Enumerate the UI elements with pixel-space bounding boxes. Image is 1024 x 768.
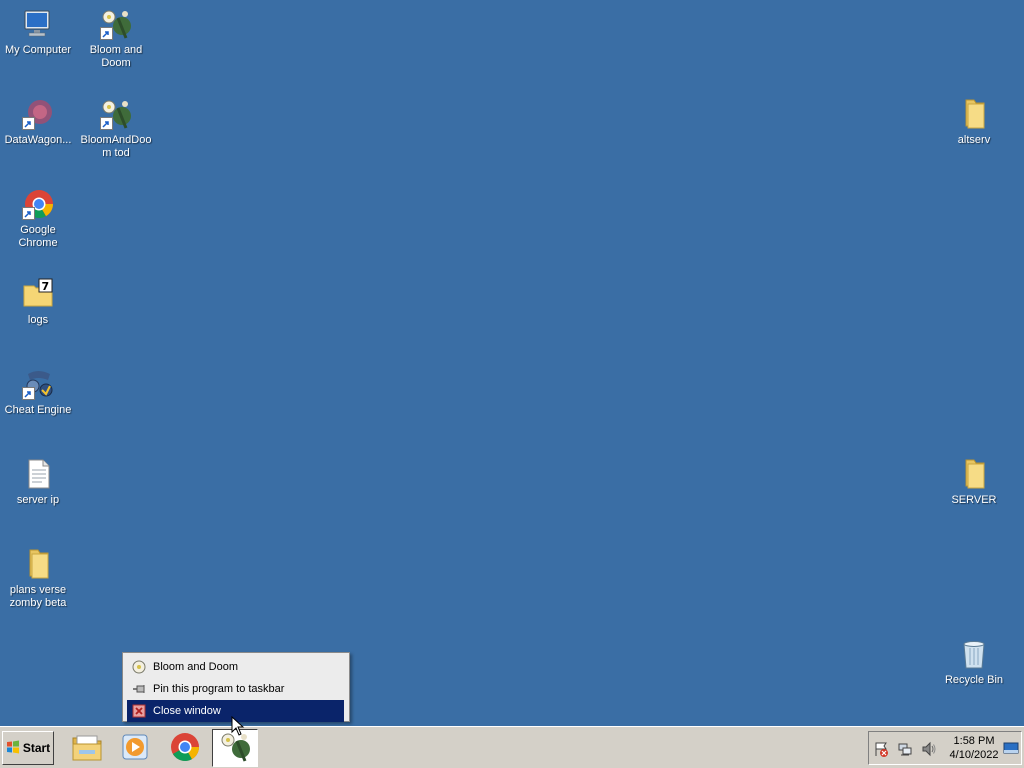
start-label: Start xyxy=(22,741,51,755)
action-center-flag-icon[interactable] xyxy=(873,741,889,757)
taskbar-button-windows-media-player[interactable] xyxy=(112,729,158,767)
menu-item-label: Pin this program to taskbar xyxy=(153,683,285,695)
clock-time: 1:58 PM xyxy=(953,735,995,747)
menu-item-label: Close window xyxy=(153,705,221,717)
folder-icon xyxy=(22,548,54,580)
text-file-icon xyxy=(22,458,54,490)
shortcut-arrow-icon xyxy=(22,207,35,220)
close-icon xyxy=(131,703,147,719)
desktop-icon-google-chrome[interactable]: Google Chrome xyxy=(0,188,76,250)
svg-text:7: 7 xyxy=(42,280,50,293)
shortcut-arrow-icon xyxy=(100,27,113,40)
folder-icon xyxy=(71,732,103,765)
clock[interactable]: 1:58 PM 4/10/2022 xyxy=(945,734,1003,762)
datawagon-icon xyxy=(22,98,54,130)
desktop-icon-bloom-and-doom[interactable]: Bloom and Doom xyxy=(78,8,154,70)
desktop-icon-server-ip[interactable]: server ip xyxy=(0,458,76,507)
media-player-icon xyxy=(120,732,150,765)
volume-icon[interactable] xyxy=(921,741,937,757)
desktop-icon-label: DataWagon... xyxy=(4,134,72,146)
folder-icon xyxy=(958,98,990,130)
desktop-icon-datawagon[interactable]: DataWagon... xyxy=(0,98,76,147)
bloom-and-doom-icon xyxy=(100,8,132,40)
desktop-icon-label: Bloom and Doom xyxy=(89,44,143,69)
shortcut-arrow-icon xyxy=(22,387,35,400)
taskbar-button-windows-explorer[interactable] xyxy=(64,729,110,767)
chrome-icon xyxy=(169,731,201,766)
desktop-icon-label: Google Chrome xyxy=(18,224,58,249)
desktop-icon-label: plans verse zomby beta xyxy=(9,584,67,609)
clock-date: 4/10/2022 xyxy=(949,749,999,761)
system-tray: 1:58 PM 4/10/2022 xyxy=(868,731,1022,765)
desktop-icon-recycle-bin[interactable]: Recycle Bin xyxy=(936,638,1012,687)
desktop-icon-label: server ip xyxy=(16,494,60,506)
taskbar: Start 1:58 PM 4/10/2022 xyxy=(0,726,1024,768)
desktop-icon-label: SERVER xyxy=(951,494,997,506)
desktop-icon-logs[interactable]: 7 logs xyxy=(0,278,76,327)
desktop: My Computer DataWagon... Google Chrome 7… xyxy=(0,0,1024,726)
start-button[interactable]: Start xyxy=(2,731,54,765)
recycle-bin-icon xyxy=(958,638,990,670)
bloom-and-doom-icon xyxy=(100,98,132,130)
shortcut-arrow-icon xyxy=(22,117,35,130)
desktop-icon-label: Cheat Engine xyxy=(4,404,72,416)
desktop-icon-label: BloomAndDoom tod xyxy=(80,134,152,159)
menu-item-label: Bloom and Doom xyxy=(153,661,238,673)
pin-icon xyxy=(131,681,147,697)
menu-item-pin-to-taskbar[interactable]: Pin this program to taskbar xyxy=(127,678,344,700)
desktop-icon-bloomanddoom-tod[interactable]: BloomAndDoom tod xyxy=(78,98,154,160)
taskbar-context-menu: Bloom and Doom Pin this program to taskb… xyxy=(122,652,350,722)
desktop-icon-label: Recycle Bin xyxy=(944,674,1004,686)
desktop-icon-my-computer[interactable]: My Computer xyxy=(0,8,76,57)
desktop-icon-label: logs xyxy=(27,314,49,326)
menu-item-bloom-and-doom[interactable]: Bloom and Doom xyxy=(127,656,344,678)
desktop-icon-altserv[interactable]: altserv xyxy=(936,98,1012,147)
network-icon[interactable] xyxy=(897,741,913,757)
taskbar-button-google-chrome[interactable] xyxy=(162,729,208,767)
desktop-icon-plans-verse-zomby-beta[interactable]: plans verse zomby beta xyxy=(0,548,76,610)
windows-logo-icon xyxy=(6,740,20,757)
7zip-folder-icon: 7 xyxy=(22,278,54,310)
desktop-icon-label: My Computer xyxy=(4,44,72,56)
show-desktop-icon[interactable] xyxy=(1003,740,1019,756)
desktop-icon-server[interactable]: SERVER xyxy=(936,458,1012,507)
folder-icon xyxy=(958,458,990,490)
mouse-cursor xyxy=(231,715,245,739)
shortcut-arrow-icon xyxy=(100,117,113,130)
desktop-icon-label: altserv xyxy=(957,134,991,146)
cheat-engine-icon xyxy=(22,368,54,400)
bloom-and-doom-icon xyxy=(131,659,147,675)
computer-icon xyxy=(22,8,54,40)
desktop-icon-cheat-engine[interactable]: Cheat Engine xyxy=(0,368,76,417)
chrome-icon xyxy=(22,188,54,220)
